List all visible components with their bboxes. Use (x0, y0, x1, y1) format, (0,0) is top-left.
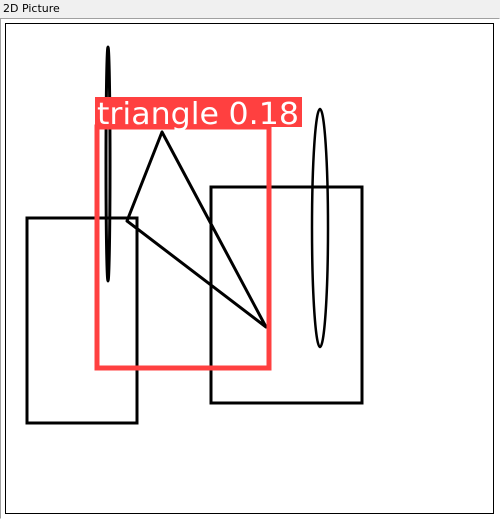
ellipse-right (310, 107, 330, 349)
detection-confidence: 0.18 (229, 97, 299, 132)
detection-box (94, 124, 272, 371)
triangle-shape (125, 130, 268, 329)
rectangle-right (209, 185, 364, 405)
thin-ellipse-left (104, 45, 112, 283)
picture-window: 2D Picture triangle 0.18 (0, 0, 500, 519)
detection-class-label: triangle (97, 97, 219, 132)
scene-drawing: triangle 0.18 (25, 45, 364, 425)
rectangle-left (25, 216, 139, 425)
detection-label-text: triangle 0.18 (97, 97, 299, 132)
